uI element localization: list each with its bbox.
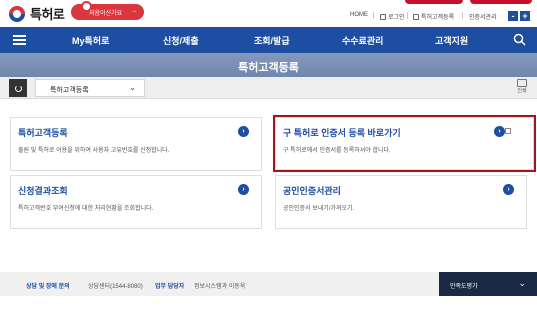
customer-register-label: 특허고객등록 <box>421 15 455 21</box>
chevron-right-icon[interactable]: › <box>238 126 249 137</box>
user-plus-icon <box>413 13 419 20</box>
divider <box>407 12 408 19</box>
card-title: 신청결과조회 <box>18 186 68 196</box>
nav-item-fees[interactable]: 수수료관리 <box>342 34 383 47</box>
support-contact: 상담센터(1544-8080) <box>88 284 143 290</box>
search-icon[interactable] <box>513 33 526 46</box>
page-banner: 특허고객등록 <box>0 53 537 77</box>
survey-label: 만족도평가 <box>450 284 478 290</box>
divider <box>373 12 374 19</box>
card-title: 공인인증서관리 <box>283 186 341 196</box>
card-title: 특허고객등록 <box>18 128 68 138</box>
font-increase-button[interactable]: + <box>520 11 530 21</box>
card-description: 특허고객번호 부여신청에 대한 처리현황을 조회합니다. <box>18 206 154 212</box>
divider <box>462 12 463 19</box>
first-visit-label: 처음이신가요 <box>89 10 123 17</box>
nav-item-my[interactable]: My특허로 <box>72 34 109 47</box>
menu-icon[interactable] <box>13 35 26 45</box>
card-certificate-management[interactable]: 공인인증서관리 › 공인인증서 보내기/가져오기. <box>275 175 527 229</box>
power-icon <box>14 84 22 92</box>
home-link[interactable]: HOME <box>350 12 368 18</box>
menu-select[interactable]: 특허고객등록 ⌄ <box>35 79 145 97</box>
chevron-right-icon[interactable]: › <box>503 184 514 195</box>
first-visit-button[interactable]: 처음이신가요 → <box>71 1 144 20</box>
login-link[interactable]: 로그인 <box>380 12 405 21</box>
print-button[interactable]: 인쇄 <box>514 79 530 99</box>
login-label: 로그인 <box>388 15 405 21</box>
nav-item-apply[interactable]: 신청/제출 <box>163 34 199 47</box>
printer-icon <box>517 79 527 87</box>
card-description: 공인인증서 보내기/가져오기. <box>283 206 355 212</box>
chevron-down-icon: ⌄ <box>129 83 136 92</box>
font-decrease-button[interactable]: - <box>508 11 518 21</box>
logo-icon <box>9 5 25 22</box>
user-icon <box>380 13 386 20</box>
menu-select-value: 특허고객등록 <box>50 87 89 94</box>
nav-item-inquiry[interactable]: 조회/발급 <box>254 34 290 47</box>
page-title: 특허고객등록 <box>238 62 299 74</box>
top-decoration <box>470 0 532 4</box>
chevron-right-icon[interactable]: › <box>238 184 249 195</box>
chevron-right-icon[interactable]: › <box>494 126 505 137</box>
staff-contact: 정보시스템과 이동욱 <box>194 284 246 290</box>
satisfaction-survey-button[interactable]: 만족도평가 ⌄ <box>439 272 537 296</box>
info-icon <box>81 1 92 12</box>
card-customer-register[interactable]: 특허고객등록 › 출원 및 특허로 이용을 위하여 사용자 고유번호를 신청합니… <box>10 117 262 171</box>
card-description: 구 특허로에서 인증서를 등록하셔야 합니다. <box>283 148 391 154</box>
top-header: 특허로 처음이신가요 → HOME 로그인 특허고객등록 인증서관리 - + <box>0 0 537 26</box>
customer-register-link[interactable]: 특허고객등록 <box>413 12 454 21</box>
breadcrumb: 특허고객등록 ⌄ 인쇄 <box>0 77 537 99</box>
home-button[interactable] <box>9 79 27 97</box>
nav-item-support[interactable]: 고객지원 <box>435 34 468 47</box>
site-logo[interactable]: 특허로 <box>9 4 65 23</box>
staff-label: 업무 담당자 <box>155 284 185 290</box>
card-old-certificate-link[interactable]: 구 특허로 인증서 등록 바로가기 › 구 특허로에서 인증서를 등록하셔야 합… <box>275 117 534 170</box>
top-decoration <box>405 0 463 4</box>
logo-text: 특허로 <box>30 7 65 22</box>
certificate-link[interactable]: 인증서관리 <box>469 12 497 21</box>
external-link-icon <box>505 128 511 134</box>
print-label: 인쇄 <box>517 88 527 94</box>
support-label: 상담 및 장애 문의 <box>26 284 70 290</box>
arrow-right-icon: → <box>131 8 137 14</box>
card-result-inquiry[interactable]: 신청결과조회 › 특허고객번호 부여신청에 대한 처리현황을 조회합니다. <box>10 175 262 229</box>
card-description: 출원 및 특허로 이용을 위하여 사용자 고유번호를 신청합니다. <box>18 148 170 154</box>
chevron-down-icon: ⌄ <box>518 278 526 288</box>
main-nav: My특허로 신청/제출 조회/발급 수수료관리 고객지원 <box>0 27 537 53</box>
page-bottom <box>0 296 537 320</box>
card-title: 구 특허로 인증서 등록 바로가기 <box>283 128 401 138</box>
